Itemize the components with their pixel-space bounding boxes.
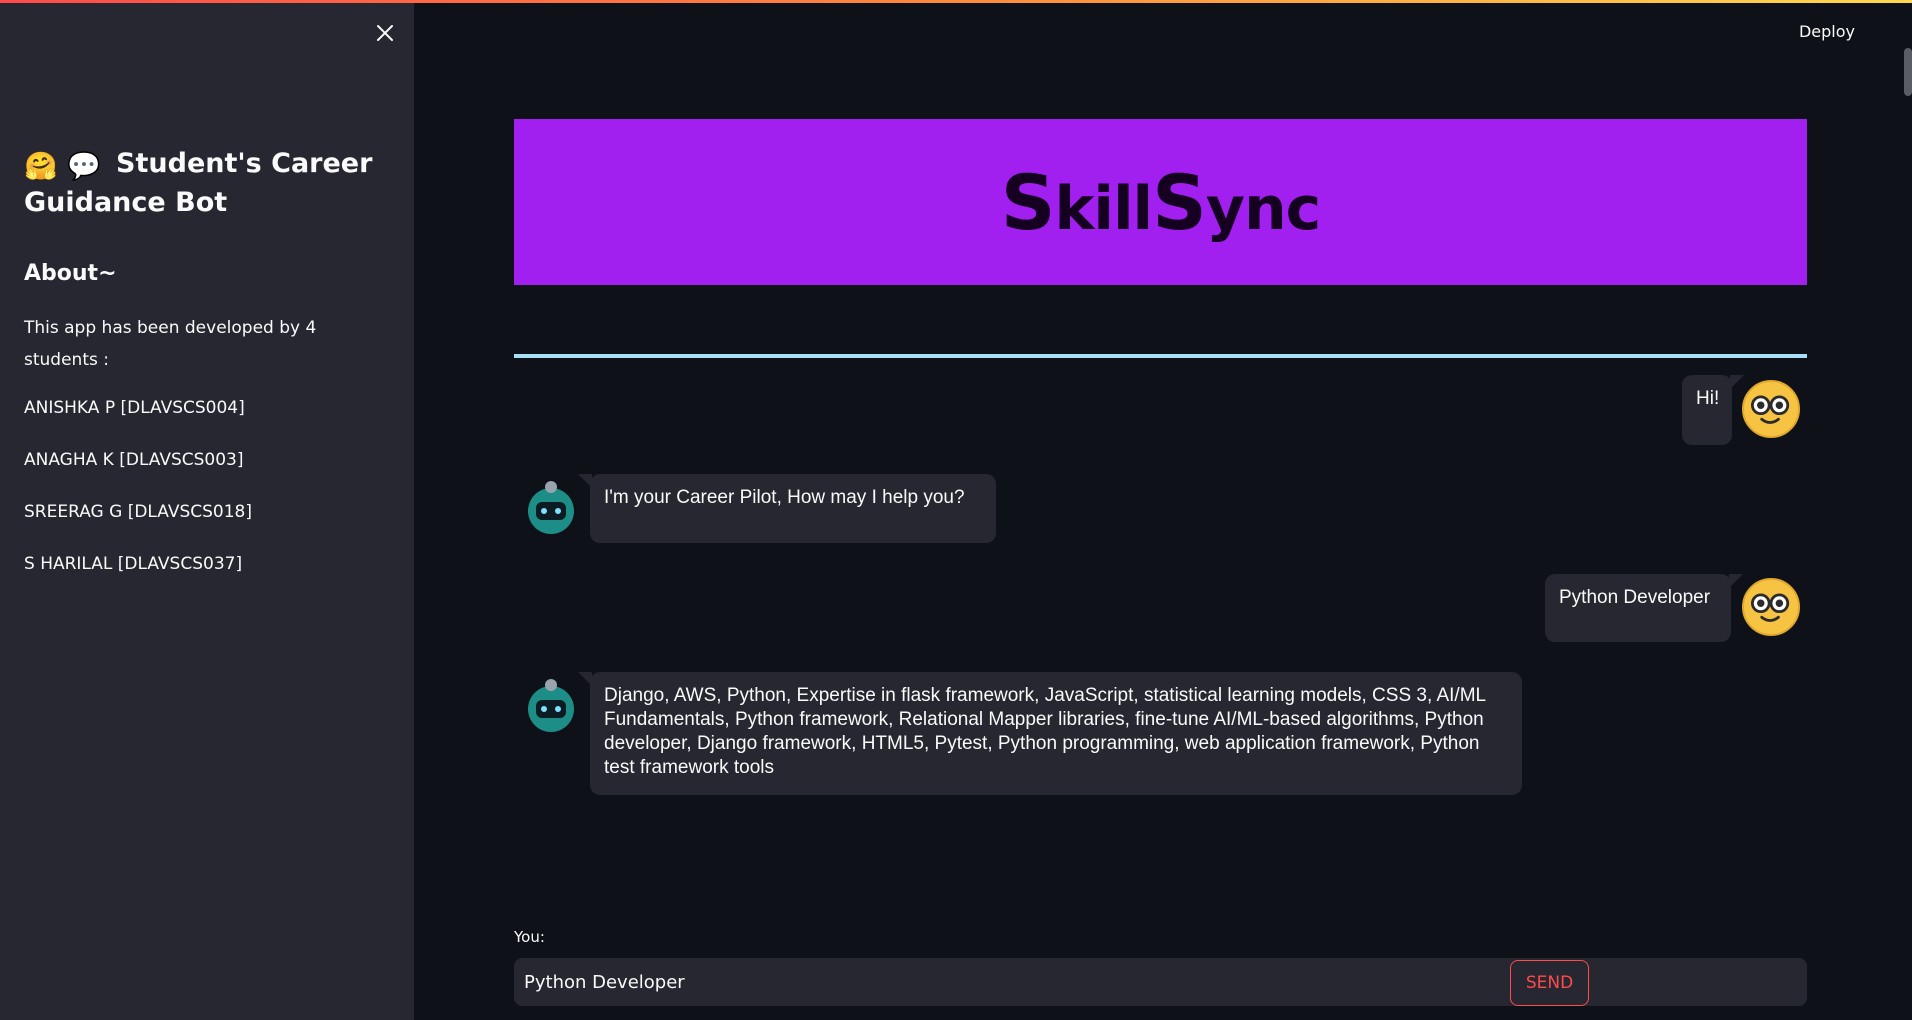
input-label: You: [514,928,545,946]
robot-icon [528,679,574,732]
about-text: This app has been developed by 4 student… [24,318,317,370]
sidebar-title: 🤗 💬 Student's Career Guidance Bot [24,146,394,221]
send-button[interactable]: SEND [1510,960,1589,1006]
chat-input-container [514,958,1807,1006]
scrollbar[interactable] [1904,48,1912,96]
hug-and-speech-emoji-icon: 🤗 💬 [24,151,101,182]
sidebar: 🤗 💬 Student's Career Guidance Bot About~… [0,0,414,1020]
section-divider [514,354,1807,358]
bot-avatar [522,676,580,734]
nerd-face-icon [1750,395,1790,424]
robot-icon [528,481,574,534]
deploy-button[interactable]: Deploy [1788,18,1866,44]
bot-message-bubble: Django, AWS, Python, Expertise in flask … [578,672,1522,795]
message-text: Django, AWS, Python, Expertise in flask … [604,685,1486,778]
user-message-bubble: Hi! [1682,375,1744,445]
student-name: ANISHKA P [DLAVSCS004] [24,398,245,418]
chat-input[interactable] [524,958,1504,1006]
message-text: Python Developer [1559,587,1711,608]
nerd-face-icon [1750,593,1790,622]
user-message-bubble: Python Developer [1545,574,1743,642]
student-name: ANAGHA K [DLAVSCS003] [24,450,244,470]
bot-message-bubble: I'm your Career Pilot, How may I help yo… [578,474,996,543]
message-text: I'm your Career Pilot, How may I help yo… [604,487,965,508]
top-decoration-stripe [0,0,1912,3]
about-heading: About~ [24,261,117,286]
close-icon [377,25,393,41]
user-avatar [1742,380,1800,438]
student-name: SREERAG G [DLAVSCS018] [24,502,252,522]
skillsync-logo: SkillSync [1000,157,1322,247]
student-name: S HARILAL [DLAVSCS037] [24,554,243,574]
user-avatar [1742,578,1800,636]
close-sidebar-button[interactable] [370,18,400,48]
message-text: Hi! [1696,388,1720,409]
skillsync-banner: SkillSync [514,119,1807,285]
bot-avatar [522,478,580,536]
